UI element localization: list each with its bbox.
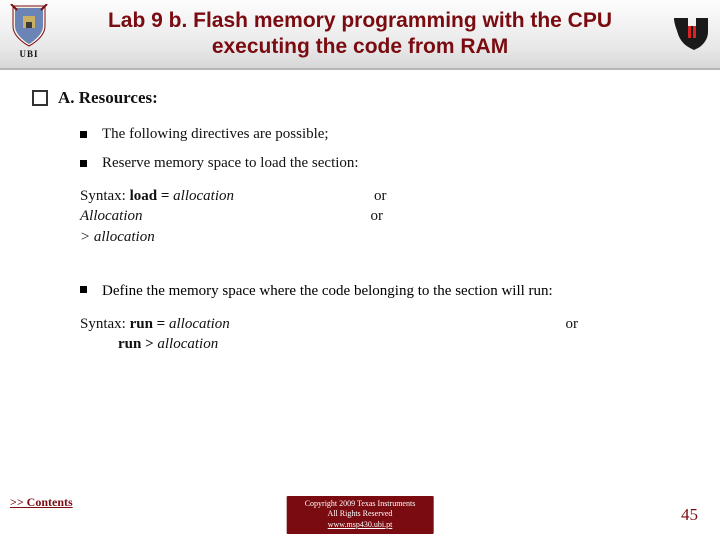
ubi-logo: UBI — [6, 4, 52, 66]
page-title: Lab 9 b. Flash memory programming with t… — [60, 8, 660, 61]
syntax-block: Syntax: run = allocation or run > alloca… — [32, 314, 688, 355]
section-heading: A. Resources: — [32, 88, 688, 108]
copyright-line: Copyright 2009 Texas Instruments — [305, 499, 416, 509]
syntax-or: or — [566, 314, 579, 334]
syntax-prefix: Syntax: — [80, 316, 130, 332]
syntax-var: allocation — [169, 316, 230, 332]
ti-logo — [670, 12, 712, 54]
footer: Copyright 2009 Texas Instruments All Rig… — [0, 490, 720, 540]
syntax-or: or — [234, 186, 387, 206]
footer-url: www.msp430.ubi.pt — [305, 520, 416, 530]
bullet-item: The following directives are possible; — [32, 126, 688, 143]
syntax-var: > allocation — [80, 229, 155, 245]
syntax-keyword: run > — [118, 336, 157, 352]
syntax-var: allocation — [173, 188, 234, 204]
crest-icon — [9, 4, 49, 48]
ubi-text: UBI — [19, 50, 38, 59]
syntax-block: Syntax: load = allocation or Allocation … — [32, 186, 688, 247]
copyright-line: All Rights Reserved — [305, 509, 416, 519]
header: UBI Lab 9 b. Flash memory programming wi… — [0, 0, 720, 70]
syntax-keyword: run = — [130, 316, 169, 332]
syntax-keyword: load = — [130, 188, 174, 204]
content: A. Resources: The following directives a… — [0, 70, 720, 490]
footer-copyright: Copyright 2009 Texas Instruments All Rig… — [287, 496, 434, 534]
bullet-item: Define the memory space where the code b… — [32, 283, 688, 300]
syntax-var: allocation — [157, 336, 218, 352]
syntax-prefix: Syntax: — [80, 188, 130, 204]
page-number: 45 — [681, 505, 698, 525]
syntax-or: or — [143, 206, 384, 226]
bullet-item: Reserve memory space to load the section… — [32, 155, 688, 172]
syntax-var: Allocation — [80, 208, 143, 224]
